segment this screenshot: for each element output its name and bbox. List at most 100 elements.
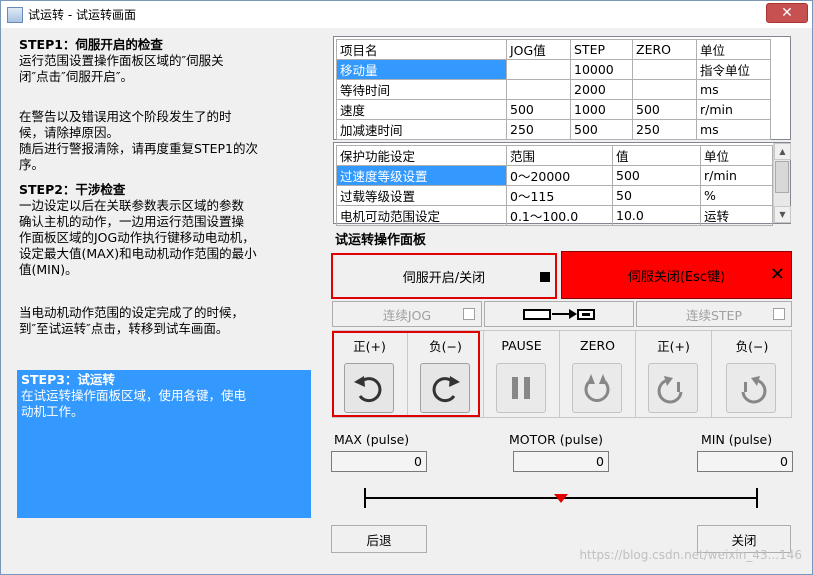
continuous-step-checkbox[interactable] [773,308,785,320]
jog-negative-button[interactable] [420,363,470,413]
col-header: JOG值 [506,39,571,60]
table-cell[interactable] [632,79,697,100]
table-row[interactable]: 过载等级设置 0～115 50 % [336,185,773,206]
col-header: ZERO [632,39,697,60]
pause-label: PAUSE [501,338,542,353]
protection-settings-table: 保护功能设定 范围 值 单位 过速度等级设置 0～20000 500 r/min… [333,142,791,226]
zero-return-icon [584,374,610,402]
motor-position-pointer-icon [554,494,568,503]
table-cell[interactable]: 过速度等级设置 [336,165,507,186]
table-cell: ms [696,119,771,140]
table-row[interactable]: 移动量 10000 指令单位 [336,59,771,80]
step-positive-button[interactable] [648,363,698,413]
table-cell[interactable]: 500 [612,165,701,186]
step2-line-3: 作面板区域的JOG动作执行键移动电动机， [19,230,255,245]
step-negative-button[interactable] [726,363,776,413]
mode-switch-button[interactable] [484,301,634,327]
step3-line-2: 动机工作。 [21,404,84,419]
table-row[interactable]: 过速度等级设置 0～20000 500 r/min [336,165,773,186]
step1-warn-line-3: 随后进行警报清除，请再度重复STEP1的次 [19,141,258,156]
step3-highlight: STEP3：试运转 在试运转操作面板区域，使用各键，使电 动机工作。 [17,370,311,518]
servo-off-status-button[interactable]: 伺服关闭(Esc键) ✕ [561,251,792,299]
table-cell[interactable]: 500 [570,119,633,140]
table-row[interactable]: 电机可动范围设定 0.1～100.0 10.0 运转 [336,205,773,226]
pause-icon [512,377,530,399]
table-cell[interactable]: 500 [506,99,571,120]
table-row[interactable]: 速度 500 1000 500 r/min [336,99,771,120]
table-cell[interactable]: 2000 [570,79,633,100]
step-ccw-icon [657,376,683,404]
table-cell[interactable] [506,79,571,100]
close-icon: ✕ [769,264,785,285]
scroll-down-icon[interactable]: ▼ [774,206,791,223]
instructions-panel: STEP1：伺服开启的检查 运行范围设置操作面板区域的″伺服关 闭″点击″伺服开… [15,35,315,521]
table-cell: r/min [696,99,771,120]
step1-warn-line-2: 候，请除掉原因。 [19,125,120,140]
table-cell[interactable]: 1000 [570,99,633,120]
step2-line-4: 设定最大值(MAX)和电动机动作范围的最小 [19,246,257,261]
continuous-jog-checkbox[interactable] [463,308,475,320]
min-value-field: 0 [697,451,793,472]
col-header: 单位 [696,39,771,60]
jog-positive-label: 正(+) [353,339,386,354]
motor-value-field: 0 [513,451,609,472]
rotate-cw-icon [432,376,460,403]
table-cell[interactable]: 10000 [570,59,633,80]
table-row[interactable]: 加减速时间 250 500 250 ms [336,119,771,140]
back-button[interactable]: 后退 [331,525,427,553]
min-label: MIN (pulse) [701,432,773,447]
step2-end-line-2: 到″至试运转″点击，转移到试车画面。 [19,321,229,336]
scroll-thumb[interactable] [775,161,789,193]
table-cell[interactable]: 500 [632,99,697,120]
table-cell: 运转 [700,205,773,226]
window-close-button[interactable]: ✕ [766,3,808,23]
table-cell[interactable]: 过载等级设置 [336,185,507,206]
table-cell[interactable]: 10.0 [612,205,701,226]
step-positive-label: 正(+) [657,339,690,354]
pause-button[interactable] [496,363,546,413]
watermark: https://blog.csdn.net/weixin_43...146 [579,548,802,562]
window-title: 试运转 - 试运转画面 [28,8,136,22]
table-header-row: 保护功能设定 范围 值 单位 [336,145,773,166]
step-cw-icon [741,376,767,404]
table-cell[interactable]: 移动量 [336,59,507,80]
title-bar: 试运转 - 试运转画面 ✕ [1,1,812,28]
operation-panel-title: 试运转操作面板 [335,233,427,248]
table-cell[interactable]: 50 [612,185,701,206]
table-header-row: 项目名 JOG值 STEP ZERO 单位 [336,39,771,60]
trial-run-window: 试运转 - 试运转画面 ✕ STEP1：伺服开启的检查 运行范围设置操作面板区域… [0,0,813,575]
continuous-jog-label: 连续JOG [382,307,432,323]
col-header: 保护功能设定 [336,145,507,166]
step2-line-1: 一边设定以后在关联参数表示区域的参数 [19,198,245,213]
step1-title: STEP1：伺服开启的检查 [19,37,163,52]
col-header: 范围 [506,145,613,166]
table-cell[interactable]: 等待时间 [336,79,507,100]
table-cell[interactable] [506,59,571,80]
servo-toggle-button[interactable]: 伺服开启/关闭 [331,253,557,299]
table-cell[interactable]: 加减速时间 [336,119,507,140]
table-cell[interactable]: 250 [632,119,697,140]
table-cell: r/min [700,165,773,186]
table-cell: 指令单位 [696,59,771,80]
jog-positive-button[interactable] [344,363,394,413]
table-scrollbar[interactable]: ▲ ▼ [773,143,791,223]
continuous-step-label: 连续STEP [685,307,742,323]
table-cell[interactable]: 电机可动范围设定 [336,205,507,226]
table-cell[interactable] [632,59,697,80]
table-cell[interactable]: 速度 [336,99,507,120]
table-row[interactable]: 等待时间 2000 ms [336,79,771,100]
scroll-up-icon[interactable]: ▲ [774,143,791,160]
range-start-tick [364,488,366,508]
col-header: 值 [612,145,701,166]
table-cell: 0.1～100.0 [506,205,613,226]
step3-title: STEP3：试运转 [21,372,115,387]
zero-label: ZERO [580,338,615,353]
servo-status-label: 伺服关闭(Esc键) [627,269,726,285]
servo-toggle-label: 伺服开启/关闭 [402,270,486,286]
zero-return-button[interactable] [572,363,622,413]
table-cell[interactable]: 250 [506,119,571,140]
app-icon [7,6,23,23]
continuous-step-toggle[interactable]: 连续STEP [636,301,792,327]
continuous-jog-toggle[interactable]: 连续JOG [332,301,482,327]
rotate-ccw-icon [354,376,382,403]
